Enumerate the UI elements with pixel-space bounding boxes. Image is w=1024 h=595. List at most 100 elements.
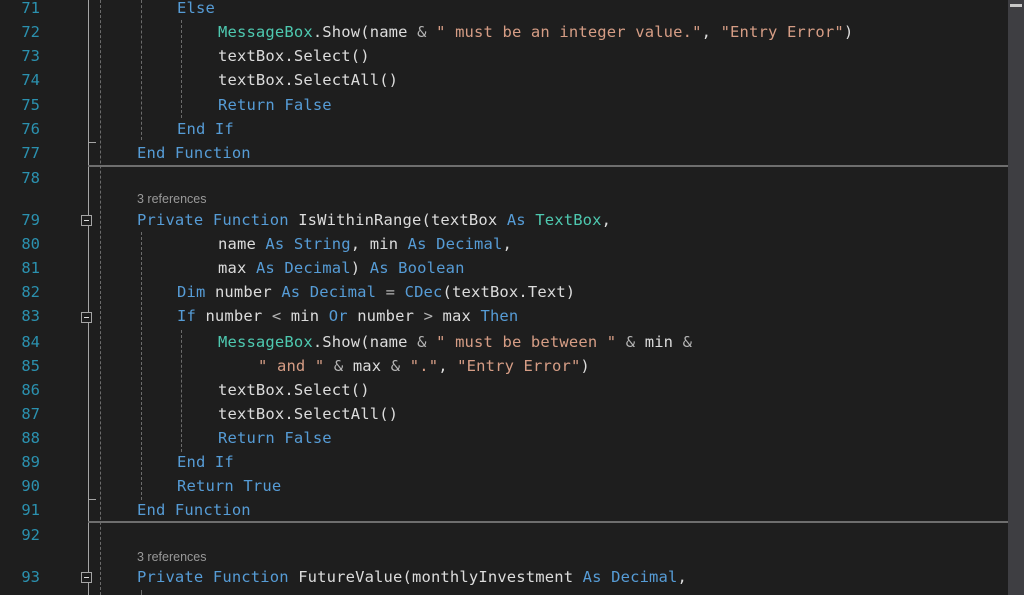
- code-token: End If: [177, 120, 234, 138]
- code-editor[interactable]: 3 references 3 references 71 Else 72 Messag…: [0, 0, 1018, 595]
- code-line[interactable]: 78: [0, 166, 1008, 190]
- code-token: Private Function: [137, 211, 299, 229]
- line-number: 80: [21, 235, 40, 253]
- code-token: As Decimal: [582, 568, 678, 586]
- line-number: 88: [21, 429, 40, 447]
- code-text[interactable]: Return False: [218, 93, 332, 117]
- code-line[interactable]: 71 Else: [0, 0, 1008, 20]
- code-line[interactable]: 83 If number < min Or number > max Then: [0, 304, 1008, 328]
- line-number: 71: [21, 0, 40, 17]
- vertical-scrollbar[interactable]: [1008, 0, 1024, 595]
- code-token: IsWithinRange(textBox: [298, 211, 507, 229]
- code-line[interactable]: 85 " and " & max & ".", "Entry Error"): [0, 354, 1008, 378]
- code-line[interactable]: 92: [0, 523, 1008, 547]
- line-number: 77: [21, 144, 40, 162]
- code-token: =: [385, 283, 396, 301]
- code-token: .Show(name: [312, 23, 418, 41]
- code-text[interactable]: End Function: [137, 141, 251, 165]
- code-token: Return False: [218, 429, 332, 447]
- line-number: 87: [21, 405, 40, 423]
- code-text[interactable]: " and " & max & ".", "Entry Error"): [258, 354, 590, 378]
- code-token: ): [350, 259, 370, 277]
- line-number: 81: [21, 259, 40, 277]
- code-token: " must be an integer value.": [426, 23, 702, 41]
- code-token: ): [843, 23, 854, 41]
- code-line[interactable]: 79 Private Function IsWithinRange(textBox…: [0, 208, 1008, 232]
- code-token: min: [635, 333, 683, 351]
- code-token: TextBox: [535, 211, 602, 229]
- code-line[interactable]: 77 End Function: [0, 141, 1008, 165]
- code-line[interactable]: 88 Return False: [0, 426, 1008, 450]
- code-line[interactable]: 87 textBox.SelectAll(): [0, 402, 1008, 426]
- code-token: MessageBox: [218, 23, 313, 41]
- code-line[interactable]: 82 Dim number As Decimal = CDec(textBox.T…: [0, 280, 1008, 304]
- code-token: (textBox.Text): [442, 283, 576, 301]
- code-line[interactable]: 86 textBox.Select(): [0, 378, 1008, 402]
- code-text[interactable]: Else: [177, 0, 215, 20]
- code-line[interactable]: 81 max As Decimal) As Boolean: [0, 256, 1008, 280]
- code-token: <: [271, 307, 282, 325]
- code-line[interactable]: 76 End If: [0, 117, 1008, 141]
- code-line[interactable]: 93 Private Function FutureValue(monthlyIn…: [0, 565, 1008, 589]
- codelens-references[interactable]: 3 references: [137, 550, 206, 564]
- code-token: &: [417, 23, 427, 41]
- code-text[interactable]: textBox.Select(): [218, 44, 370, 68]
- code-token: max: [343, 357, 391, 375]
- code-line[interactable]: 75 Return False: [0, 93, 1008, 117]
- line-number: 86: [21, 381, 40, 399]
- code-token: Return True: [177, 477, 282, 495]
- code-token: .Show(name: [312, 333, 418, 351]
- code-line[interactable]: 72 MessageBox.Show(name & " must be an in…: [0, 20, 1008, 44]
- line-number: 75: [21, 96, 40, 114]
- code-text[interactable]: Private Function FutureValue(monthlyInve…: [137, 565, 687, 589]
- code-token: textBox.SelectAll(): [218, 71, 399, 89]
- code-text[interactable]: Return True: [177, 474, 281, 498]
- code-token: ,: [701, 23, 721, 41]
- code-token: Then: [480, 307, 519, 325]
- line-number: 92: [21, 526, 40, 544]
- line-number: 72: [21, 23, 40, 41]
- code-line[interactable]: 84 MessageBox.Show(name & " must be betwe…: [0, 330, 1008, 354]
- code-text[interactable]: End If: [177, 450, 234, 474]
- code-line[interactable]: 73 textBox.Select(): [0, 44, 1008, 68]
- code-text[interactable]: textBox.SelectAll(): [218, 68, 398, 92]
- code-text[interactable]: Dim number As Decimal = CDec(textBox.Tex…: [177, 280, 575, 304]
- line-number: 93: [21, 568, 40, 586]
- code-line[interactable]: 91 End Function: [0, 498, 1008, 522]
- code-token: As Decimal: [281, 283, 386, 301]
- code-line[interactable]: 90 Return True: [0, 474, 1008, 498]
- code-text[interactable]: End Function: [137, 498, 251, 522]
- line-number: 78: [21, 169, 40, 187]
- code-token: &: [616, 333, 636, 351]
- line-number: 89: [21, 453, 40, 471]
- code-token: End If: [177, 453, 234, 471]
- code-token: As Decimal: [255, 259, 351, 277]
- line-number: 84: [21, 333, 40, 351]
- code-line[interactable]: 89 End If: [0, 450, 1008, 474]
- code-text[interactable]: Return False: [218, 426, 332, 450]
- code-text[interactable]: End If: [177, 117, 234, 141]
- code-token: " and ": [258, 357, 325, 375]
- code-text[interactable]: Private Function IsWithinRange(textBox A…: [137, 208, 611, 232]
- code-line[interactable]: 74 textBox.SelectAll(): [0, 68, 1008, 92]
- code-line[interactable]: 80 name As String, min As Decimal,: [0, 232, 1008, 256]
- code-token: Or: [328, 307, 358, 325]
- code-token: MessageBox: [218, 333, 313, 351]
- code-text[interactable]: If number < min Or number > max Then: [177, 304, 518, 328]
- code-token: If: [177, 307, 206, 325]
- code-token: CDec: [395, 283, 443, 301]
- scrollbar-position-marker[interactable]: [1010, 4, 1022, 7]
- code-text[interactable]: max As Decimal) As Boolean: [218, 256, 465, 280]
- code-text[interactable]: MessageBox.Show(name & " must be an inte…: [218, 20, 853, 44]
- code-text[interactable]: name As String, min As Decimal,: [218, 232, 512, 256]
- code-token: " must be between ": [426, 333, 617, 351]
- code-text[interactable]: MessageBox.Show(name & " must be between…: [218, 330, 692, 354]
- code-token: name: [218, 235, 266, 253]
- code-token: Private Function: [137, 568, 299, 586]
- codelens-references[interactable]: 3 references: [137, 192, 206, 206]
- line-number: 79: [21, 211, 40, 229]
- code-text[interactable]: textBox.Select(): [218, 378, 370, 402]
- code-text[interactable]: textBox.SelectAll(): [218, 402, 398, 426]
- code-token: FutureValue(monthlyInvestment: [298, 568, 583, 586]
- code-token: &: [682, 333, 693, 351]
